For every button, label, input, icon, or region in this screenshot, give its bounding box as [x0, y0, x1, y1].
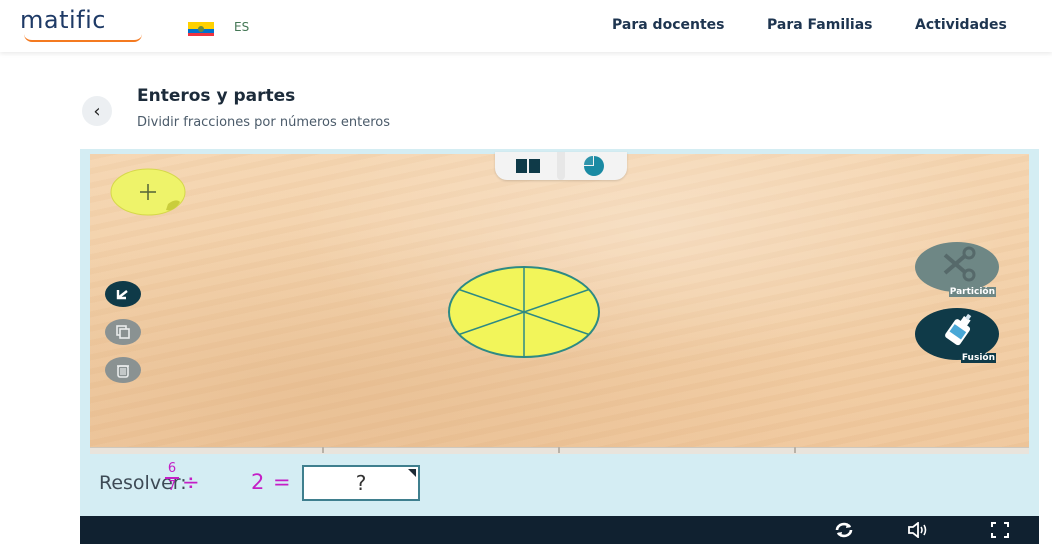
- activity-title: Enteros y partes: [137, 86, 296, 106]
- back-button[interactable]: ‹: [82, 96, 112, 126]
- view-tabs: [495, 152, 627, 180]
- language-selector[interactable]: ES: [234, 20, 249, 34]
- merge-label: Fusión: [960, 353, 996, 363]
- undo-icon: [116, 290, 128, 300]
- tab-pie-view[interactable]: [561, 152, 627, 180]
- partition-tool-button[interactable]: Partición: [914, 241, 1000, 297]
- delete-button[interactable]: [105, 357, 141, 383]
- add-piece-button[interactable]: [110, 168, 187, 216]
- fraction-pie[interactable]: [446, 265, 602, 359]
- duplicate-button[interactable]: [105, 319, 141, 345]
- sound-button[interactable]: [906, 521, 930, 539]
- fullscreen-button[interactable]: [988, 521, 1012, 539]
- tray-divider: [558, 447, 560, 453]
- top-navigation: matific ES Para docentes Para Familias A…: [0, 0, 1052, 52]
- pie-chart-shape: [448, 266, 600, 358]
- pie-view-icon: [584, 156, 604, 176]
- tab-bar-view[interactable]: [495, 152, 561, 180]
- speaker-icon: [908, 522, 927, 538]
- tray-divider: [794, 447, 796, 453]
- nav-para-docentes[interactable]: Para docentes: [612, 17, 724, 33]
- merge-tool-button[interactable]: Fusión: [914, 307, 1000, 363]
- dropdown-corner-icon: [408, 469, 416, 477]
- activity-subtitle: Dividir fracciones por números enteros: [137, 115, 391, 130]
- matific-logo[interactable]: matific: [20, 6, 106, 34]
- player-footer: [80, 516, 1039, 544]
- add-note-icon: [110, 168, 186, 216]
- nav-actividades[interactable]: Actividades: [915, 17, 1007, 33]
- partition-label: Partición: [948, 287, 996, 297]
- equals-sign: =: [273, 470, 291, 494]
- tray-divider: [322, 447, 324, 453]
- restart-button[interactable]: [832, 521, 856, 539]
- ecuador-flag-icon[interactable]: [188, 22, 214, 36]
- nav-para-familias[interactable]: Para Familias: [767, 17, 873, 33]
- duplicate-icon: [116, 325, 130, 339]
- division-operator: ÷: [182, 470, 200, 494]
- fraction-numerator: 6: [167, 461, 177, 476]
- fraction: 6 7: [165, 462, 179, 494]
- logo-swoosh: [24, 34, 142, 42]
- answer-placeholder: ?: [355, 471, 367, 495]
- undo-button[interactable]: [105, 281, 141, 307]
- answer-input[interactable]: ?: [302, 465, 420, 501]
- fullscreen-icon: [991, 522, 1009, 538]
- refresh-icon: [835, 522, 853, 538]
- bar-view-icon: [516, 159, 540, 173]
- divisor: 2: [251, 470, 265, 494]
- chevron-left-icon: ‹: [93, 100, 101, 122]
- trash-icon: [117, 365, 129, 378]
- fraction-denominator: 7: [167, 478, 177, 494]
